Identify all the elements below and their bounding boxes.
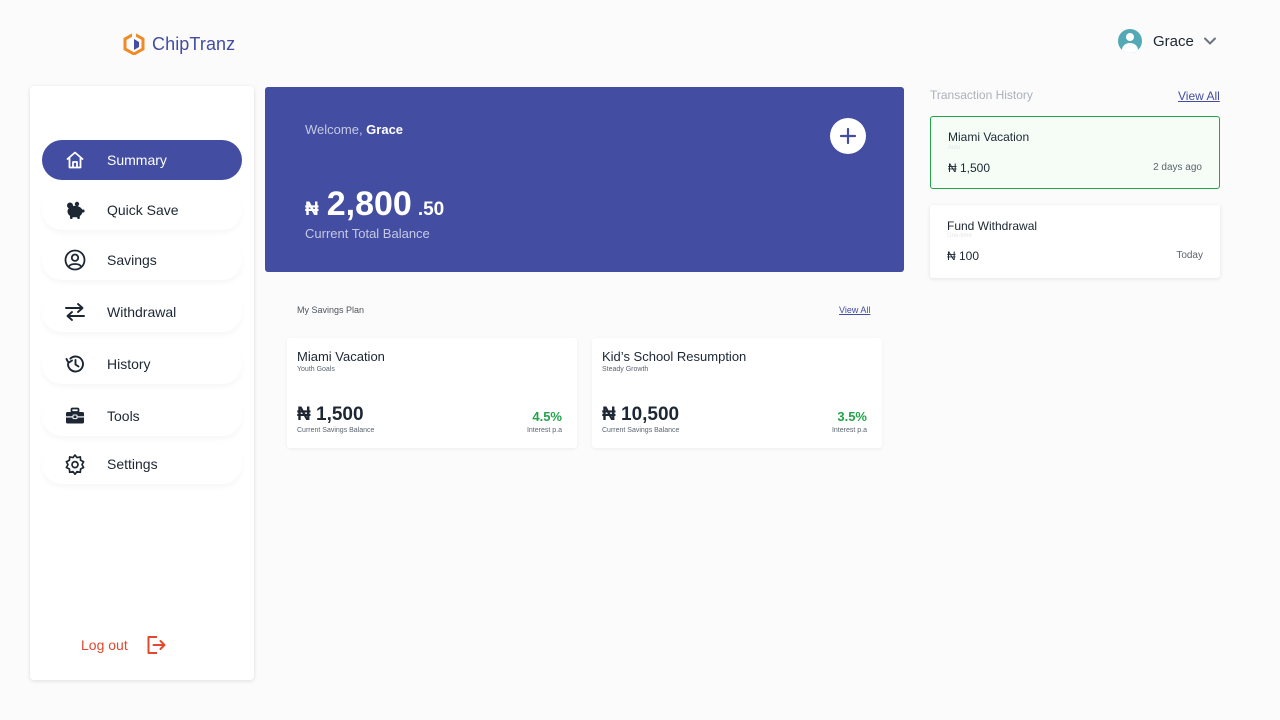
plan-interest-rate: 4.5%: [532, 409, 562, 424]
transaction-time: 2 days ago: [1153, 162, 1202, 173]
transaction-item[interactable]: Fund Withdrawal One-time ₦ 100 Today: [930, 205, 1220, 278]
sidebar-item-label: Settings: [107, 456, 158, 472]
sidebar-item-label: Quick Save: [107, 202, 179, 218]
transaction-history-title: Transaction History: [930, 88, 1033, 102]
transfer-arrows-icon: [64, 301, 86, 323]
sidebar-item-withdrawal[interactable]: Withdrawal: [42, 292, 242, 332]
welcome-message: Welcome, Grace: [305, 122, 403, 137]
sidebar: Summary Quick Save Savings Withdrawal Hi…: [30, 86, 254, 680]
sidebar-item-savings[interactable]: Savings: [42, 240, 242, 280]
transaction-item[interactable]: Miami Vacation Auto ₦ 1,500 2 days ago: [930, 116, 1220, 189]
transaction-type: Auto: [948, 145, 961, 151]
savings-view-all-link[interactable]: View All: [839, 305, 870, 315]
toolbox-icon: [64, 405, 86, 427]
balance-whole: 2,800: [326, 185, 412, 223]
user-circle-icon: [64, 249, 86, 271]
balance-decimal: .50: [417, 199, 445, 220]
savings-plan-card[interactable]: Miami Vacation Youth Goals ₦ 1,500 Curre…: [287, 338, 577, 448]
plan-amount: ₦ 1,500: [297, 404, 364, 425]
sidebar-item-label: Withdrawal: [107, 304, 177, 320]
logout-icon: [145, 634, 167, 656]
plan-type: Youth Goals: [297, 366, 335, 373]
sidebar-item-label: Savings: [107, 252, 157, 268]
home-icon: [64, 149, 86, 171]
brand-logo[interactable]: ChipTranz: [123, 33, 235, 55]
sidebar-item-label: Tools: [107, 408, 140, 424]
savings-plan-title: My Savings Plan: [297, 305, 365, 315]
plan-name: Kid’s School Resumption: [602, 349, 747, 364]
currency-symbol: ₦: [305, 199, 319, 220]
chiptranz-logo-icon: [123, 33, 145, 55]
welcome-prefix: Welcome,: [305, 122, 367, 137]
sidebar-item-quick-save[interactable]: Quick Save: [42, 190, 242, 230]
plan-type: Steady Growth: [602, 366, 649, 373]
transaction-type: One-time: [947, 233, 972, 239]
avatar: [1118, 29, 1142, 53]
plus-icon: [839, 127, 857, 145]
sidebar-item-tools[interactable]: Tools: [42, 396, 242, 436]
transaction-name: Fund Withdrawal: [947, 219, 1038, 233]
chevron-down-icon[interactable]: [1203, 34, 1217, 48]
transaction-amount: ₦ 1,500: [948, 161, 991, 175]
transaction-time: Today: [1176, 250, 1203, 261]
sidebar-item-settings[interactable]: Settings: [42, 444, 242, 484]
plan-amount-label: Current Savings Balance: [602, 427, 680, 434]
plan-interest-label: Interest p.a: [831, 427, 867, 434]
sidebar-item-label: Summary: [107, 152, 167, 168]
add-button[interactable]: [830, 118, 866, 154]
balance-card: Welcome, Grace ₦ 2,800 .50 Current Total…: [265, 87, 904, 272]
plan-name: Miami Vacation: [297, 349, 385, 364]
sidebar-item-history[interactable]: History: [42, 344, 242, 384]
plan-interest-label: Interest p.a: [526, 427, 562, 434]
user-menu[interactable]: Grace: [1118, 29, 1217, 53]
welcome-name: Grace: [366, 122, 404, 137]
transaction-amount: ₦ 100: [947, 249, 980, 263]
total-balance: ₦ 2,800 .50: [305, 185, 444, 224]
user-name: Grace: [1153, 32, 1194, 50]
logout-button[interactable]: Log out: [81, 634, 167, 656]
piggy-bank-icon: [64, 199, 86, 221]
sidebar-item-summary[interactable]: Summary: [42, 140, 242, 180]
plan-amount: ₦ 10,500: [602, 404, 680, 425]
plan-amount-label: Current Savings Balance: [297, 427, 375, 434]
history-icon: [64, 353, 86, 375]
savings-plan-card[interactable]: Kid’s School Resumption Steady Growth ₦ …: [592, 338, 882, 448]
gear-icon: [64, 453, 86, 475]
transactions-view-all-link[interactable]: View All: [1178, 89, 1220, 103]
brand-name: ChipTranz: [152, 33, 236, 54]
transaction-name: Miami Vacation: [948, 130, 1030, 144]
balance-label: Current Total Balance: [305, 226, 430, 241]
sidebar-item-label: History: [107, 356, 151, 372]
plan-interest-rate: 3.5%: [837, 409, 867, 424]
logout-label: Log out: [81, 637, 128, 653]
